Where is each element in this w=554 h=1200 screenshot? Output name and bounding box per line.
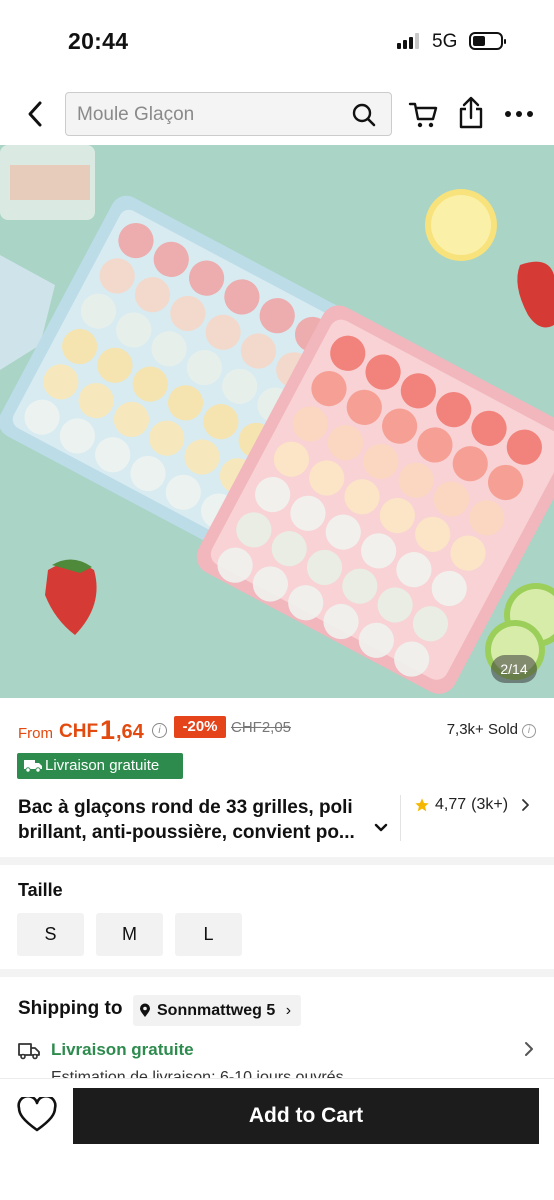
image-counter: 2/14 <box>491 655 537 683</box>
search-icon[interactable] <box>351 102 377 128</box>
back-chevron-icon <box>28 101 42 127</box>
search-bar[interactable]: Moule Glaçon <box>65 92 392 136</box>
discount-badge: -20% <box>174 716 226 738</box>
section-divider <box>0 969 554 977</box>
price-currency: CHF <box>59 721 99 742</box>
shipping-address-selector[interactable]: Sonnmattweg 5 › <box>133 995 302 1026</box>
size-option-s[interactable]: S <box>17 913 84 956</box>
battery-icon <box>469 32 506 50</box>
shipping-option-row[interactable]: Livraison gratuite <box>18 1038 538 1064</box>
section-divider <box>0 857 554 865</box>
search-placeholder: Moule Glaçon <box>77 104 195 125</box>
chevron-right-icon: › <box>285 1002 292 1019</box>
status-time: 20:44 <box>68 28 129 54</box>
price-from-label: From <box>18 725 53 742</box>
price-integer: 1 <box>100 715 116 745</box>
network-label: 5G <box>432 31 458 52</box>
top-nav: Moule Glaçon <box>0 86 554 144</box>
rating-value: 4,77 <box>435 796 467 813</box>
free-shipping-label: Livraison gratuite <box>51 1040 194 1059</box>
signal-icon <box>397 33 419 49</box>
free-shipping-badge: Livraison gratuite <box>17 753 183 779</box>
product-title[interactable]: Bac à glaçons rond de 33 grilles, poli b… <box>18 795 388 845</box>
delivery-estimate: Estimation de livraison: 6-10 jours ouvr… <box>51 1069 344 1078</box>
price-row: From CHF 1 ,64 i -20% CHF2,05 7,3k+ Sold… <box>18 715 538 746</box>
status-bar: 20:44 5G <box>0 0 554 80</box>
location-pin-icon <box>140 1003 150 1017</box>
size-option-m[interactable]: M <box>96 913 163 956</box>
title-divider <box>400 795 401 841</box>
size-option-l[interactable]: L <box>175 913 242 956</box>
price-decimal: ,64 <box>116 721 144 743</box>
rating-count: (3k+) <box>471 796 509 813</box>
product-image <box>0 145 554 698</box>
rating-summary[interactable]: 4,77 (3k+) <box>414 796 530 814</box>
truck-icon <box>24 760 42 773</box>
truck-outline-icon <box>18 1043 40 1060</box>
shipping-to-label: Shipping to <box>18 998 123 1019</box>
chevron-right-icon <box>525 1042 533 1056</box>
expand-title-chevron-icon[interactable] <box>374 823 388 833</box>
bottom-action-bar: Add to Cart <box>0 1078 554 1200</box>
chevron-right-icon <box>522 799 529 811</box>
wishlist-heart-icon[interactable] <box>17 1097 57 1133</box>
back-button[interactable] <box>20 96 50 132</box>
size-label: Taille <box>18 880 63 900</box>
star-icon <box>415 798 429 812</box>
price-info-icon[interactable]: i <box>152 723 167 738</box>
more-icon[interactable] <box>504 110 534 118</box>
sold-count: 7,3k+ Sold <box>446 721 518 738</box>
product-page: 20:44 5G Moule Glaçon 2/14 From CHF 1 ,6… <box>0 0 554 1200</box>
cart-icon[interactable] <box>408 100 438 130</box>
add-to-cart-button[interactable]: Add to Cart <box>73 1088 539 1144</box>
original-price: CHF2,05 <box>231 719 292 736</box>
share-icon[interactable] <box>457 96 485 130</box>
shipping-address: Sonnmattweg 5 <box>157 1002 276 1019</box>
product-image-gallery[interactable] <box>0 145 554 698</box>
free-shipping-badge-label: Livraison gratuite <box>45 757 160 774</box>
sold-info-icon[interactable]: i <box>522 724 536 738</box>
